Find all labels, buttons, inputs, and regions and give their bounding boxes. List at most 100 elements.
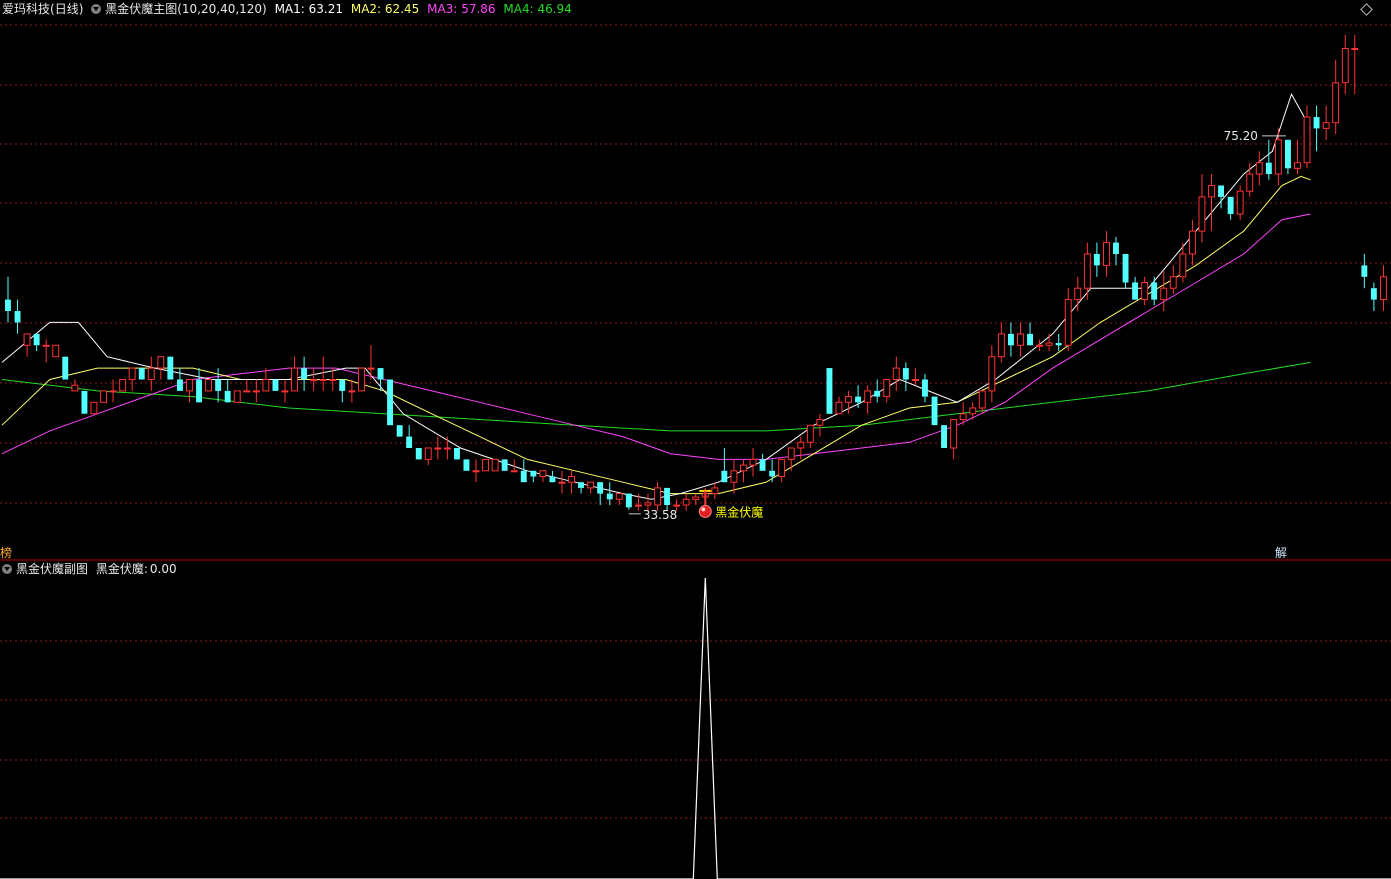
- sub-indicator-dropdown-icon[interactable]: [2, 564, 12, 574]
- chart-canvas[interactable]: 75.20 33.58 黑金伏魔榜 解: [0, 0, 1391, 879]
- candle[interactable]: [1169, 265, 1177, 294]
- candle[interactable]: [931, 396, 938, 426]
- candle[interactable]: [597, 482, 604, 506]
- candle[interactable]: [950, 419, 958, 460]
- candle[interactable]: [692, 493, 700, 506]
- candle[interactable]: [587, 481, 595, 494]
- candle[interactable]: [864, 385, 872, 414]
- candle[interactable]: [1008, 322, 1014, 357]
- candle[interactable]: [243, 379, 251, 393]
- candle[interactable]: [711, 482, 719, 500]
- candle[interactable]: [1017, 322, 1024, 357]
- candle[interactable]: [14, 299, 21, 334]
- candle[interactable]: [128, 367, 136, 391]
- candle[interactable]: [1274, 128, 1282, 186]
- candle[interactable]: [749, 447, 757, 477]
- candle[interactable]: [1132, 276, 1138, 300]
- candle[interactable]: [682, 493, 690, 511]
- candle[interactable]: [81, 390, 88, 414]
- candle[interactable]: [387, 379, 393, 426]
- candle[interactable]: [1218, 185, 1224, 209]
- candle[interactable]: [147, 356, 155, 391]
- candle[interactable]: [1027, 322, 1033, 346]
- candle[interactable]: [1236, 185, 1244, 220]
- candle[interactable]: [138, 368, 145, 380]
- candle[interactable]: [1313, 105, 1320, 152]
- candle[interactable]: [520, 459, 527, 483]
- candle[interactable]: [759, 453, 766, 471]
- candle[interactable]: [826, 368, 833, 414]
- candle[interactable]: [406, 425, 413, 448]
- candle[interactable]: [339, 379, 346, 403]
- candle[interactable]: [1151, 276, 1158, 306]
- sub-indicator-line[interactable]: [0, 577, 1391, 879]
- candle[interactable]: [358, 367, 365, 392]
- candle[interactable]: [52, 344, 60, 358]
- candle[interactable]: [1341, 34, 1349, 95]
- candle[interactable]: [291, 356, 299, 392]
- main-indicator-name[interactable]: 黑金伏魔主图(10,20,40,120): [105, 2, 267, 16]
- candle[interactable]: [252, 379, 260, 403]
- candle[interactable]: [454, 447, 460, 460]
- candle[interactable]: [1113, 236, 1119, 266]
- candle[interactable]: [883, 379, 891, 403]
- candle[interactable]: [845, 390, 852, 414]
- candle[interactable]: [539, 470, 547, 483]
- candle[interactable]: [835, 396, 843, 415]
- candle[interactable]: [1055, 333, 1062, 351]
- candle[interactable]: [33, 333, 40, 351]
- candle[interactable]: [319, 356, 327, 391]
- candle[interactable]: [1064, 288, 1072, 351]
- candle[interactable]: [721, 447, 728, 483]
- candle[interactable]: [730, 459, 738, 494]
- candle[interactable]: [1093, 242, 1100, 277]
- candle[interactable]: [71, 379, 79, 392]
- sub-indicator-plot[interactable]: [0, 577, 1391, 879]
- candle[interactable]: [196, 368, 202, 403]
- candle[interactable]: [491, 458, 499, 472]
- candle[interactable]: [424, 447, 432, 466]
- candle[interactable]: [167, 356, 174, 380]
- candle[interactable]: [62, 356, 69, 380]
- indicator-dropdown-icon[interactable]: [91, 4, 102, 14]
- candle[interactable]: [568, 470, 575, 494]
- candle[interactable]: [310, 368, 318, 391]
- candle[interactable]: [1370, 282, 1377, 312]
- candle[interactable]: [778, 458, 786, 483]
- candle[interactable]: [434, 436, 442, 460]
- candle[interactable]: [606, 482, 613, 506]
- candle[interactable]: [988, 345, 996, 403]
- candle[interactable]: [578, 482, 584, 494]
- candle[interactable]: [912, 368, 919, 386]
- candle[interactable]: [1255, 151, 1263, 186]
- candle[interactable]: [787, 447, 795, 471]
- candle[interactable]: [549, 470, 556, 483]
- candle[interactable]: [1141, 276, 1149, 306]
- candle[interactable]: [119, 379, 127, 392]
- candle[interactable]: [1083, 242, 1091, 300]
- candle[interactable]: [1322, 105, 1330, 140]
- candle[interactable]: [1227, 196, 1234, 220]
- kline-chart-window[interactable]: 75.20 33.58 黑金伏魔榜 解 爱玛科技(日线) 黑金伏魔主图(10,20,4…: [0, 0, 1391, 879]
- candle[interactable]: [1122, 253, 1129, 289]
- candle[interactable]: [177, 368, 183, 391]
- candle[interactable]: [997, 322, 1005, 363]
- candle[interactable]: [186, 379, 193, 403]
- candle[interactable]: [1045, 333, 1053, 351]
- candle[interactable]: [1303, 105, 1311, 169]
- candle[interactable]: [1160, 271, 1168, 312]
- candle[interactable]: [1380, 265, 1387, 312]
- candle[interactable]: [558, 470, 566, 494]
- candle[interactable]: [816, 413, 824, 437]
- candle[interactable]: [625, 493, 632, 510]
- candle[interactable]: [1103, 231, 1110, 277]
- candle[interactable]: [941, 425, 947, 448]
- candle[interactable]: [1208, 174, 1215, 232]
- candle[interactable]: [367, 345, 375, 380]
- candle[interactable]: [501, 459, 508, 471]
- candle[interactable]: [90, 401, 98, 415]
- candle[interactable]: [1285, 139, 1291, 175]
- candle[interactable]: [100, 390, 107, 403]
- candle[interactable]: [23, 333, 31, 357]
- candle[interactable]: [415, 447, 422, 460]
